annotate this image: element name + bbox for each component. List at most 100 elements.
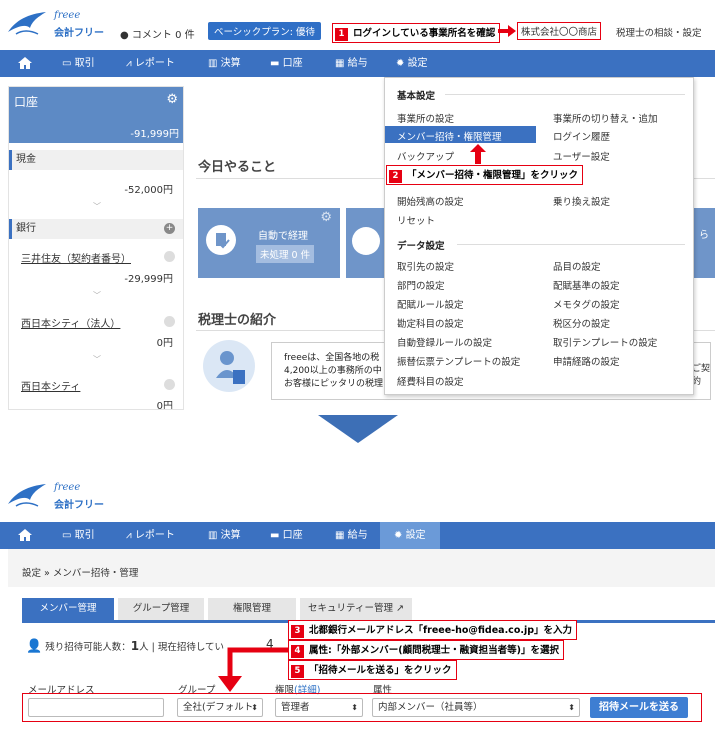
- account-link[interactable]: 西日本シティ（法人）: [21, 315, 120, 330]
- auto-label: 自動で経理: [258, 231, 308, 242]
- step-number: 2: [389, 170, 402, 183]
- menu-item[interactable]: 勘定科目の設定: [397, 316, 464, 330]
- tab-label: セキュリティー管理: [308, 603, 393, 614]
- add-icon[interactable]: +: [164, 223, 175, 234]
- bird-icon: [8, 12, 46, 35]
- auto-accounting-card[interactable]: ⚙ 自動で経理 未処理 0 件: [198, 208, 340, 278]
- menu-item[interactable]: 申請経路の設定: [553, 354, 620, 368]
- freee-logo[interactable]: freee 会計フリー: [6, 482, 106, 514]
- tab-group-manage[interactable]: グループ管理: [118, 598, 204, 620]
- menu-item[interactable]: 部門の設定: [397, 278, 445, 292]
- user-icon: 👤: [26, 639, 43, 654]
- menu-item-opening-balance[interactable]: 開始残高の設定: [397, 194, 464, 208]
- gear-icon[interactable]: ⚙: [166, 92, 178, 107]
- menu-item-migration[interactable]: 乗り換え設定: [553, 194, 610, 208]
- freee-logo[interactable]: freee 会計フリー: [6, 10, 106, 42]
- menu-item[interactable]: 配賦基準の設定: [553, 278, 620, 292]
- send-invite-button[interactable]: 招待メールを送る: [590, 697, 688, 718]
- nav-report[interactable]: ⩘ レポート: [126, 50, 175, 77]
- step-text: 「招待メールを送る」をクリック: [309, 665, 452, 676]
- inbox-icon: [352, 227, 380, 255]
- menu-item[interactable]: 取引先の設定: [397, 259, 454, 273]
- menu-item[interactable]: 品目の設定: [553, 259, 601, 273]
- menu-item[interactable]: 税区分の設定: [553, 316, 610, 330]
- comment-count[interactable]: ● コメント 0 件: [120, 26, 195, 41]
- group-select[interactable]: 全社(デフォルト ⬍: [177, 698, 263, 717]
- nav-settings[interactable]: ✹ 設定: [380, 522, 440, 549]
- nav-closing[interactable]: ▥ 決算: [208, 522, 241, 549]
- account-amount: -29,999円: [124, 274, 173, 285]
- role-select[interactable]: 管理者 ⬍: [275, 698, 363, 717]
- chevron-down-icon[interactable]: ﹀: [93, 290, 101, 301]
- menu-item[interactable]: 振替伝票テンプレートの設定: [397, 354, 520, 368]
- home-icon[interactable]: [10, 522, 40, 549]
- nav-settings[interactable]: ✹ 設定: [396, 50, 428, 77]
- email-input[interactable]: [28, 698, 164, 717]
- inbox-card[interactable]: [346, 208, 384, 278]
- remaining-invites: 👤 残り招待可能人数：1人 | 現在招待してい: [26, 639, 224, 654]
- remaining-label: 残り招待可能人数：: [45, 642, 131, 653]
- transition-arrow-icon: [318, 415, 398, 443]
- status-dot-icon: [164, 251, 175, 262]
- tab-member-manage[interactable]: メンバー管理: [22, 598, 114, 620]
- step-number: 4: [291, 645, 304, 658]
- tab-security-manage[interactable]: セキュリティー管理 ↗: [300, 598, 412, 620]
- account-amount: 0円: [156, 338, 173, 349]
- bubble-line: お客様にピッタリの税理: [284, 379, 384, 389]
- plan-badge[interactable]: ベーシックプラン: 優待: [208, 22, 322, 40]
- card-partial[interactable]: ら: [694, 208, 715, 278]
- step-text: 「メンバー招待・権限管理」をクリック: [407, 170, 579, 181]
- nav-deals[interactable]: ▭ 取引: [62, 50, 95, 77]
- home-icon[interactable]: [10, 50, 40, 77]
- office-name[interactable]: 株式会社〇〇商店: [517, 22, 602, 40]
- menu-item[interactable]: 取引テンプレートの設定: [553, 335, 657, 349]
- nav-account[interactable]: ▬ 口座: [270, 50, 303, 77]
- status-dot-icon: [164, 316, 175, 327]
- remaining-rest: 人 | 現在招待してい: [139, 642, 225, 653]
- chevron-down-icon[interactable]: ﹀: [93, 354, 101, 365]
- account-link[interactable]: 三井住友（契約者番号）: [21, 250, 131, 265]
- menu-item-member-invite[interactable]: メンバー招待・権限管理: [397, 129, 502, 143]
- menu-item-office-settings[interactable]: 事業所の設定: [397, 111, 454, 125]
- menu-item[interactable]: メモタグの設定: [553, 297, 620, 311]
- nav-payroll[interactable]: ▦ 給与: [335, 50, 368, 77]
- settings-dropdown: 基本設定 事業所の設定 メンバー招待・権限管理 バックアップ 開始残高の設定 リ…: [384, 77, 694, 395]
- gear-icon: ⚙: [320, 210, 332, 225]
- step1-callout: 1 ログインしている事業所名を確認: [332, 23, 501, 43]
- tab-permission-manage[interactable]: 権限管理: [208, 598, 296, 620]
- select-arrow-icon: ⬍: [568, 703, 575, 712]
- sidebar-header: 口座 ⚙ -91,999円: [9, 87, 183, 143]
- breadcrumb[interactable]: 設定 » メンバー招待・管理: [22, 565, 138, 579]
- bubble-clipped: ご契約: [692, 364, 711, 387]
- menu-item[interactable]: 経費科目の設定: [397, 374, 464, 388]
- divider: [445, 94, 685, 95]
- nav-account[interactable]: ▬ 口座: [270, 522, 303, 549]
- chevron-down-icon[interactable]: ﹀: [93, 201, 101, 212]
- nav-deals[interactable]: ▭ 取引: [62, 522, 95, 549]
- cash-section: 現金: [9, 150, 183, 170]
- account-link[interactable]: 西日本シティ: [21, 378, 80, 393]
- menu-item[interactable]: 配賦ルール設定: [397, 297, 464, 311]
- select-arrow-icon: ⬍: [251, 703, 258, 712]
- menu-item[interactable]: 自動登録ルールの設定: [397, 335, 492, 349]
- step-text: 属性:「外部メンバー(顧問税理士・融資担当者等)」を選択: [309, 645, 559, 656]
- bottom-navbar: ▭ 取引 ⩘ レポート ▥ 決算 ▬ 口座 ▦ 給与 ✹ 設定: [0, 522, 715, 549]
- nav-payroll[interactable]: ▦ 給与: [335, 522, 368, 549]
- step3-callout: 3 北都銀行メールアドレス「freee-ho@fidea.co.jp」を入力: [288, 620, 578, 640]
- logo-label: 会計フリー: [54, 500, 104, 511]
- menu-item-switch-office[interactable]: 事業所の切り替え・追加: [553, 111, 658, 125]
- menu-item-login-history[interactable]: ログイン履歴: [553, 129, 610, 143]
- step-text: ログインしている事業所名を確認: [353, 28, 496, 39]
- top-header: freee 会計フリー ● コメント 0 件 ベーシックプラン: 優待 1 ログイ…: [0, 0, 715, 50]
- basic-settings-header: 基本設定: [397, 91, 436, 102]
- attr-select[interactable]: 内部メンバー（社員等） ⬍: [372, 698, 580, 717]
- menu-item-reset[interactable]: リセット: [397, 213, 435, 227]
- nav-closing[interactable]: ▥ 決算: [208, 50, 241, 77]
- menu-item-user-settings[interactable]: ユーザー設定: [553, 149, 610, 163]
- nav-report[interactable]: ⩘ レポート: [126, 522, 175, 549]
- bubble-line: freeeは、全国各地の税: [284, 353, 380, 363]
- card-text: ら: [699, 230, 709, 241]
- tax-link[interactable]: 税理士の相談・設定: [616, 25, 702, 39]
- step4-callout: 4 属性:「外部メンバー(顧問税理士・融資担当者等)」を選択: [288, 640, 564, 660]
- menu-item-backup[interactable]: バックアップ: [397, 149, 454, 163]
